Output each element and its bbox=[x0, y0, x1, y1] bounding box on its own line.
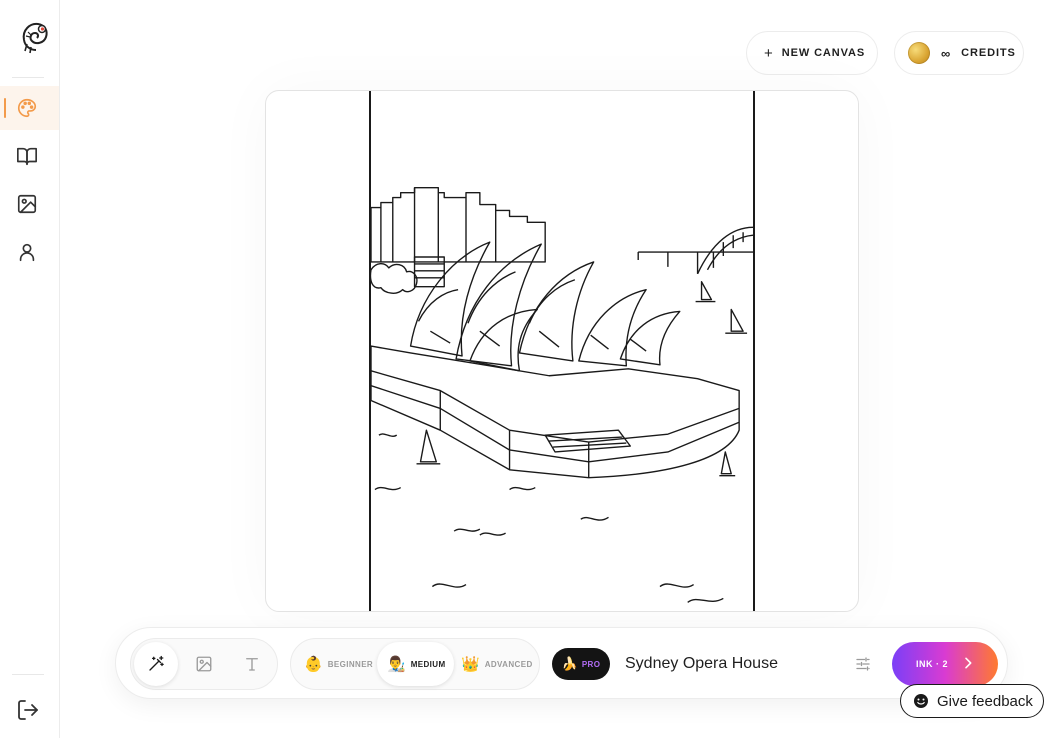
feedback-label: Give feedback bbox=[937, 692, 1033, 710]
chevron-right-icon bbox=[965, 657, 972, 669]
credits-button[interactable]: ∞ CREDITS bbox=[894, 31, 1024, 75]
new-canvas-button[interactable]: + NEW CANVAS bbox=[746, 31, 878, 75]
baby-icon: 👶 bbox=[304, 656, 323, 673]
logout-button[interactable] bbox=[16, 698, 40, 722]
image-icon bbox=[17, 194, 37, 214]
text-icon bbox=[246, 658, 258, 671]
prompt-input[interactable] bbox=[625, 650, 845, 678]
pro-label: PRO bbox=[581, 659, 601, 669]
crown-icon: 👑 bbox=[461, 656, 480, 673]
magic-wand-icon bbox=[149, 655, 164, 671]
palette-icon bbox=[18, 98, 37, 118]
level-advanced-button[interactable]: 👑 ADVANCED bbox=[451, 642, 541, 686]
credits-value: ∞ bbox=[941, 45, 952, 61]
image-icon bbox=[196, 656, 212, 672]
banana-icon: 🍌 bbox=[561, 656, 578, 671]
sidebar-divider-top bbox=[12, 77, 44, 78]
pro-model-button[interactable]: 🍌 PRO bbox=[552, 648, 610, 680]
level-advanced-label: ADVANCED bbox=[484, 659, 533, 669]
input-mode-group bbox=[130, 638, 278, 690]
image-mode-button[interactable] bbox=[182, 642, 226, 686]
coin-icon bbox=[908, 42, 930, 64]
sidebar-item-palette[interactable] bbox=[0, 86, 59, 130]
coloring-page-artwork bbox=[369, 91, 755, 611]
chameleon-logo-icon[interactable] bbox=[18, 20, 50, 54]
book-icon bbox=[17, 147, 37, 166]
give-feedback-button[interactable]: Give feedback bbox=[900, 684, 1044, 718]
sidebar-item-book[interactable] bbox=[0, 134, 59, 178]
sidebar-item-gallery[interactable] bbox=[0, 182, 59, 226]
text-mode-button[interactable] bbox=[230, 642, 274, 686]
app-root: + NEW CANVAS ∞ CREDITS bbox=[0, 0, 1059, 738]
ink-generate-button[interactable]: INK · 2 bbox=[892, 642, 998, 686]
smile-icon bbox=[914, 694, 928, 708]
sidebar-divider-bottom bbox=[12, 674, 44, 675]
settings-button[interactable] bbox=[851, 652, 875, 676]
level-medium-button[interactable]: 👨‍🎨 MEDIUM bbox=[377, 642, 454, 686]
plus-icon: + bbox=[764, 44, 773, 62]
ink-label: INK · 2 bbox=[916, 659, 949, 669]
sliders-icon bbox=[856, 657, 870, 671]
sidebar bbox=[0, 0, 60, 738]
user-icon bbox=[19, 243, 35, 262]
canvas-frame bbox=[265, 90, 859, 612]
logout-icon bbox=[18, 700, 38, 720]
opera-house-line-art bbox=[371, 187, 753, 603]
level-beginner-button[interactable]: 👶 BEGINNER bbox=[294, 642, 381, 686]
prompt-toolbar: 👶 BEGINNER 👨‍🎨 MEDIUM 👑 ADVANCED 🍌 PRO bbox=[115, 627, 1008, 699]
new-canvas-label: NEW CANVAS bbox=[781, 47, 866, 59]
difficulty-level-group: 👶 BEGINNER 👨‍🎨 MEDIUM 👑 ADVANCED bbox=[290, 638, 540, 690]
magic-wand-mode-button[interactable] bbox=[134, 642, 178, 686]
level-medium-label: MEDIUM bbox=[410, 659, 446, 669]
artist-icon: 👨‍🎨 bbox=[387, 656, 406, 673]
level-beginner-label: BEGINNER bbox=[327, 659, 374, 669]
sidebar-item-profile[interactable] bbox=[0, 230, 59, 274]
credits-label: CREDITS bbox=[961, 47, 1016, 59]
